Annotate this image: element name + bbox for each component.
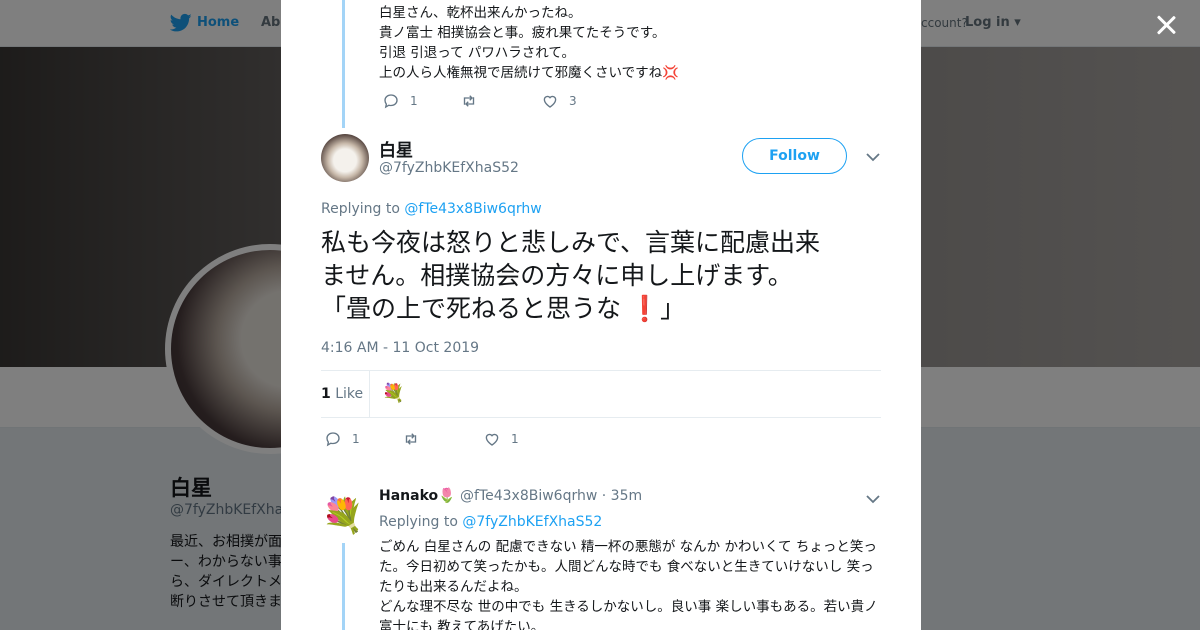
- tweet-stats: 1 Like 💐: [321, 370, 881, 418]
- heart-icon: [543, 95, 557, 108]
- tweet-author-name[interactable]: 白星: [379, 136, 413, 161]
- reply-author-handle[interactable]: @fTe43x8Biw6qrhw: [460, 488, 597, 504]
- like-action[interactable]: 3: [541, 92, 577, 110]
- reply-replying-to-link[interactable]: @7fyZhbKEfXhaS52: [462, 514, 602, 530]
- like-count: 3: [569, 94, 577, 108]
- reply-author-name[interactable]: Hanako🌷: [379, 488, 456, 504]
- liker-avatar[interactable]: 💐: [382, 383, 404, 404]
- chevron-down-icon[interactable]: [866, 152, 880, 162]
- reply-header: Hanako🌷 @fTe43x8Biw6qrhw · 35m: [379, 488, 643, 504]
- heart-icon: [485, 433, 499, 446]
- reply-thread-line: [342, 543, 345, 630]
- reply-tweet-text: ごめん 白星さんの 配慮できない 精一杯の悪態が なんか かわいくて ちょっと笑…: [379, 539, 878, 630]
- tweet-timestamp[interactable]: 4:16 AM - 11 Oct 2019: [321, 340, 479, 356]
- follow-button[interactable]: Follow: [742, 138, 847, 174]
- main-reply-count: 1: [352, 432, 360, 446]
- reply-author-avatar[interactable]: 💐: [321, 494, 365, 538]
- tweet-author-avatar[interactable]: [321, 134, 369, 182]
- reply-time[interactable]: 35m: [611, 488, 642, 504]
- tweet-modal: 白星さん、乾杯出来んかったね。 貴ノ富士 相撲協会と事。疲れ果てたそうです。 引…: [281, 0, 921, 630]
- main-like-count: 1: [511, 432, 519, 446]
- reply-chevron-down-icon[interactable]: [866, 494, 880, 504]
- retweet-icon: [405, 433, 417, 445]
- main-like-action[interactable]: 1: [483, 430, 519, 448]
- reply-replying-to-line: Replying to @7fyZhbKEfXhaS52: [379, 514, 603, 530]
- retweet-icon: [463, 95, 475, 107]
- exclamation-emoji: ❗: [628, 294, 661, 323]
- thread-line: [342, 0, 345, 128]
- reply-icon: [326, 432, 340, 447]
- tweet-author-handle[interactable]: @7fyZhbKEfXhaS52: [379, 160, 519, 176]
- replying-to-line: Replying to @fTe43x8Biw6qrhw: [321, 201, 542, 217]
- stats-divider: [369, 371, 370, 417]
- main-retweet-action[interactable]: [402, 430, 420, 448]
- tweet-text: 私も今夜は怒りと悲しみで、言葉に配慮出来 ません。相撲協会の方々に申し上げます。…: [321, 228, 821, 323]
- retweet-action[interactable]: [460, 92, 478, 110]
- reply-count: 1: [410, 94, 418, 108]
- likes-stat[interactable]: 1 Like: [321, 386, 363, 402]
- main-reply-action[interactable]: 1: [324, 430, 360, 448]
- reply-icon: [384, 94, 398, 109]
- reply-action[interactable]: 1: [382, 92, 418, 110]
- close-icon[interactable]: [1153, 12, 1179, 38]
- replying-to-link[interactable]: @fTe43x8Biw6qrhw: [404, 201, 541, 217]
- previous-tweet-text: 白星さん、乾杯出来んかったね。 貴ノ富士 相撲協会と事。疲れ果てたそうです。 引…: [379, 5, 679, 81]
